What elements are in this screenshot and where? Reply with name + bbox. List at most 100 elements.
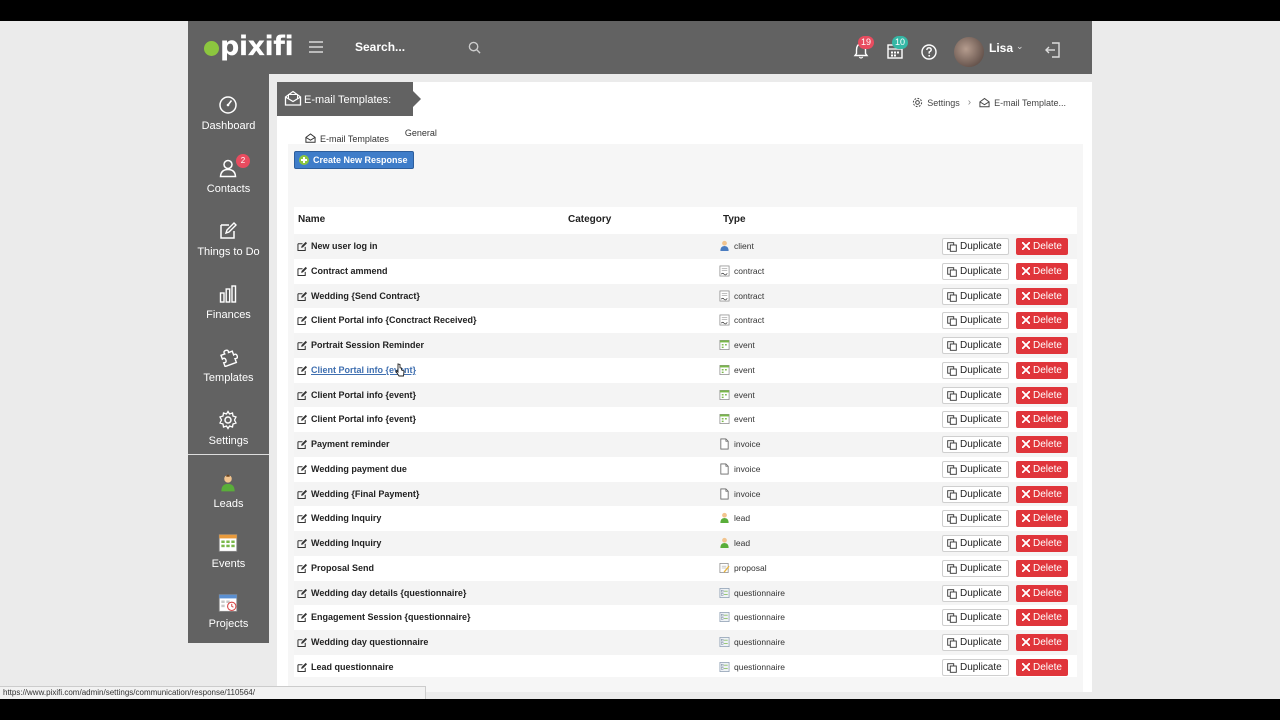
duplicate-button[interactable]: Duplicate: [942, 386, 1009, 404]
table-row: Wedding Inquiry lead Duplicate Delete: [294, 531, 1077, 556]
template-name-link[interactable]: Wedding Inquiry: [297, 506, 381, 530]
delete-label: Delete: [1033, 488, 1062, 500]
template-name-link[interactable]: Engagement Session {questionnaire}: [297, 605, 471, 629]
duplicate-button[interactable]: Duplicate: [942, 361, 1009, 379]
sidebar-item-templates[interactable]: Templates: [188, 333, 269, 396]
templates-table: Name Category Type New user log in client…: [294, 207, 1077, 677]
duplicate-button[interactable]: Duplicate: [942, 535, 1009, 552]
delete-button[interactable]: Delete: [1016, 411, 1068, 429]
chevron-down-icon[interactable]: ⌄: [1016, 41, 1024, 52]
sidebar-item-finances[interactable]: Finances: [188, 270, 269, 333]
status-bar-url: https://www.pixifi.com/admin/settings/co…: [0, 686, 426, 699]
user-name[interactable]: Lisa: [989, 41, 1013, 55]
duplicate-button[interactable]: Duplicate: [942, 658, 1009, 676]
delete-button[interactable]: Delete: [1016, 510, 1068, 528]
duplicate-button[interactable]: Duplicate: [942, 510, 1009, 528]
tab-general[interactable]: General: [401, 128, 441, 138]
duplicate-label: Duplicate: [960, 364, 1002, 376]
delete-button[interactable]: Delete: [1016, 485, 1068, 503]
duplicate-button[interactable]: Duplicate: [942, 584, 1009, 602]
delete-label: Delete: [1033, 290, 1062, 302]
copy-icon: [947, 291, 957, 302]
hamburger-menu-icon[interactable]: [309, 41, 323, 53]
template-name-link[interactable]: Client Portal info {event}: [297, 407, 416, 431]
logout-icon[interactable]: [1044, 41, 1062, 59]
template-name-link[interactable]: Wedding day questionnaire: [297, 630, 428, 654]
duplicate-button[interactable]: Duplicate: [942, 609, 1009, 627]
template-type: questionnaire: [719, 655, 785, 679]
delete-button[interactable]: Delete: [1016, 312, 1068, 330]
template-name-link[interactable]: Wedding {Final Payment}: [297, 482, 419, 506]
copy-icon: [947, 588, 957, 599]
delete-button[interactable]: Delete: [1016, 460, 1068, 478]
delete-button[interactable]: Delete: [1016, 386, 1068, 404]
delete-button[interactable]: Delete: [1016, 559, 1068, 577]
help-icon[interactable]: [920, 43, 938, 61]
create-new-response-button[interactable]: Create New Response: [294, 151, 414, 169]
template-name-link[interactable]: Client Portal info {Conctract Received}: [297, 308, 477, 332]
sidebar-item-contacts[interactable]: 2 Contacts: [188, 144, 269, 207]
delete-button[interactable]: Delete: [1016, 287, 1068, 305]
template-type-label: questionnaire: [734, 637, 786, 647]
duplicate-label: Duplicate: [960, 513, 1002, 525]
column-header-category[interactable]: Category: [568, 214, 611, 225]
duplicate-button[interactable]: Duplicate: [942, 238, 1009, 255]
copy-icon: [947, 341, 957, 351]
template-name-link[interactable]: Client Portal info {event}: [297, 383, 416, 407]
template-name-link[interactable]: Wedding payment due: [297, 457, 407, 481]
duplicate-button[interactable]: Duplicate: [942, 262, 1009, 280]
user-avatar[interactable]: [954, 37, 984, 67]
table-row: Wedding day details {questionnaire} quest…: [294, 580, 1077, 606]
delete-button[interactable]: Delete: [1016, 658, 1068, 676]
delete-label: Delete: [1033, 414, 1062, 426]
template-name-link[interactable]: Wedding Inquiry: [297, 531, 381, 555]
delete-button[interactable]: Delete: [1016, 262, 1068, 280]
template-name-link[interactable]: Wedding {Send Contract}: [297, 284, 420, 308]
sidebar-item-settings[interactable]: Settings: [188, 396, 269, 459]
search-icon[interactable]: [468, 41, 481, 54]
envelope-icon: [305, 133, 316, 143]
duplicate-button[interactable]: Duplicate: [942, 460, 1009, 478]
template-name-link[interactable]: Wedding day details {questionnaire}: [297, 581, 466, 605]
duplicate-button[interactable]: Duplicate: [942, 337, 1009, 354]
template-name-link[interactable]: Contract ammend: [297, 259, 388, 283]
delete-button[interactable]: Delete: [1016, 337, 1068, 354]
duplicate-button[interactable]: Duplicate: [942, 312, 1009, 330]
column-header-type[interactable]: Type: [723, 214, 746, 225]
template-name-link[interactable]: Lead questionnaire: [297, 655, 394, 679]
template-name-link[interactable]: Portrait Session Reminder: [297, 333, 424, 357]
template-name-link[interactable]: Proposal Send: [297, 556, 374, 580]
duplicate-button[interactable]: Duplicate: [942, 559, 1009, 577]
delete-button[interactable]: Delete: [1016, 436, 1068, 453]
edit-icon: [297, 637, 308, 647]
search-input[interactable]: Search...: [355, 40, 405, 54]
duplicate-button[interactable]: Duplicate: [942, 436, 1009, 453]
delete-button[interactable]: Delete: [1016, 609, 1068, 627]
sidebar-item-dashboard[interactable]: Dashboard: [188, 81, 269, 144]
duplicate-button[interactable]: Duplicate: [942, 411, 1009, 429]
template-name-link[interactable]: Payment reminder: [297, 432, 390, 456]
sidebar-item-projects[interactable]: Projects: [188, 579, 269, 642]
duplicate-button[interactable]: Duplicate: [942, 287, 1009, 305]
duplicate-label: Duplicate: [960, 414, 1002, 426]
edit-icon: [297, 489, 308, 499]
breadcrumb-settings-link[interactable]: Settings: [927, 98, 960, 108]
delete-button[interactable]: Delete: [1016, 634, 1068, 651]
sidebar-item-events[interactable]: Events: [188, 519, 269, 582]
delete-button[interactable]: Delete: [1016, 361, 1068, 379]
column-header-name[interactable]: Name: [298, 214, 325, 225]
template-name-link[interactable]: New user log in: [297, 234, 378, 258]
duplicate-button[interactable]: Duplicate: [942, 634, 1009, 651]
duplicate-label: Duplicate: [960, 389, 1002, 401]
duplicate-button[interactable]: Duplicate: [942, 485, 1009, 503]
sidebar-item-leads[interactable]: Leads: [188, 459, 269, 522]
pixifi-logo[interactable]: pixifi: [204, 31, 294, 62]
delete-button[interactable]: Delete: [1016, 535, 1068, 552]
table-row: Client Portal info {Conctract Received} c…: [294, 308, 1077, 333]
delete-button[interactable]: Delete: [1016, 584, 1068, 602]
edit-icon: [297, 241, 308, 251]
envelope-icon: [284, 90, 302, 106]
sidebar-item-things-to-do[interactable]: Things to Do: [188, 207, 269, 270]
delete-button[interactable]: Delete: [1016, 238, 1068, 255]
template-name: New user log in: [311, 241, 378, 251]
